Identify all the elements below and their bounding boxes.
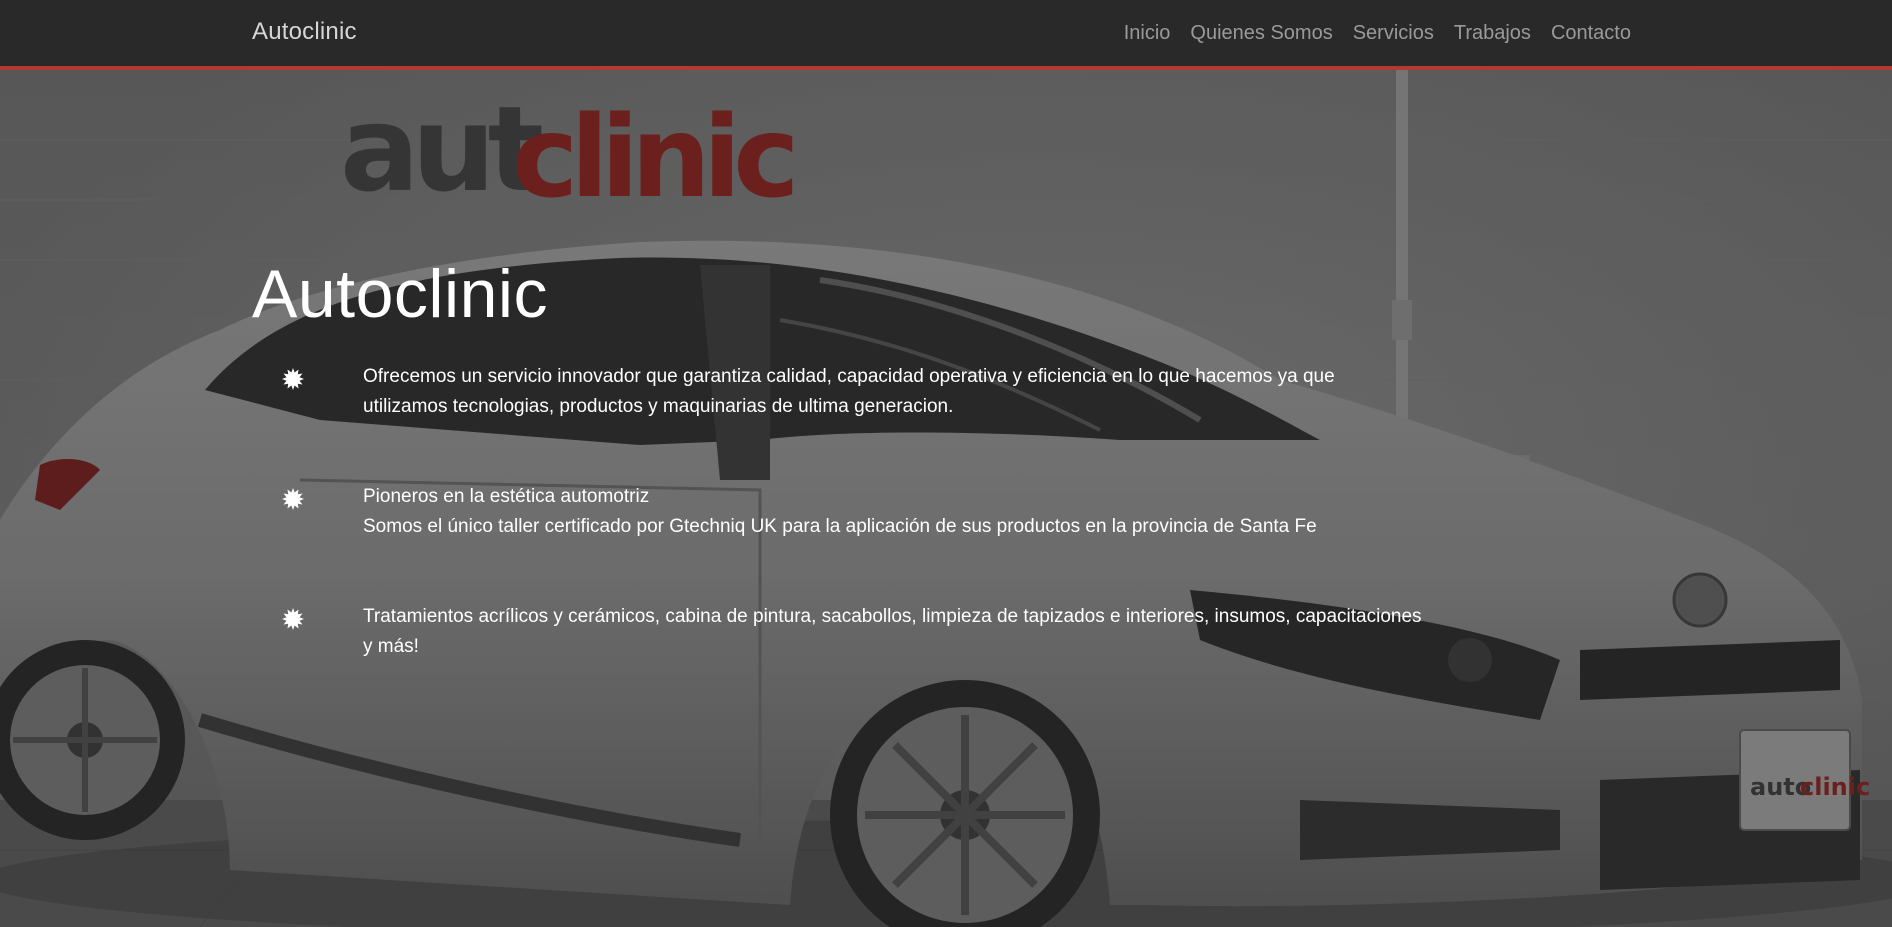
nav-link-trabajos[interactable]: Trabajos xyxy=(1454,22,1531,44)
nav-item: Inicio xyxy=(1124,22,1171,45)
nav-item: Trabajos xyxy=(1454,22,1531,45)
feature-item: Ofrecemos un servicio innovador que gara… xyxy=(252,362,1652,422)
feature-text: Tratamientos acrílicos y cerámicos, cabi… xyxy=(363,606,1422,657)
nav-link-contacto[interactable]: Contacto xyxy=(1551,22,1631,44)
nav-item: Servicios xyxy=(1353,22,1434,45)
burst-star-icon xyxy=(282,608,304,630)
feature-text: Somos el único taller certificado por Gt… xyxy=(363,516,1317,537)
hero-title: Autoclinic xyxy=(252,256,549,332)
burst-star-icon xyxy=(282,368,304,390)
nav-menu: Inicio Quienes Somos Servicios Trabajos … xyxy=(1124,22,1631,45)
feature-item: Tratamientos acrílicos y cerámicos, cabi… xyxy=(252,602,1652,662)
feature-item: Pioneros en la estética automotriz Somos… xyxy=(252,482,1652,542)
nav-link-inicio[interactable]: Inicio xyxy=(1124,22,1171,44)
nav-item: Quienes Somos xyxy=(1190,22,1332,45)
hero-section: Autoclinic Ofrecemos un servicio innovad… xyxy=(252,254,1652,662)
nav-link-quienes-somos[interactable]: Quienes Somos xyxy=(1190,22,1332,44)
feature-heading: Pioneros en la estética automotriz xyxy=(363,486,650,507)
feature-list: Ofrecemos un servicio innovador que gara… xyxy=(252,362,1652,662)
feature-text: Ofrecemos un servicio innovador que gara… xyxy=(363,366,1335,417)
burst-star-icon xyxy=(282,488,304,510)
top-navbar: Autoclinic Inicio Quienes Somos Servicio… xyxy=(0,0,1892,70)
nav-link-servicios[interactable]: Servicios xyxy=(1353,22,1434,44)
nav-item: Contacto xyxy=(1551,22,1631,45)
page: aut clinic auto clinic Autoclinic Inicio… xyxy=(0,0,1892,927)
brand-link[interactable]: Autoclinic xyxy=(252,18,357,46)
